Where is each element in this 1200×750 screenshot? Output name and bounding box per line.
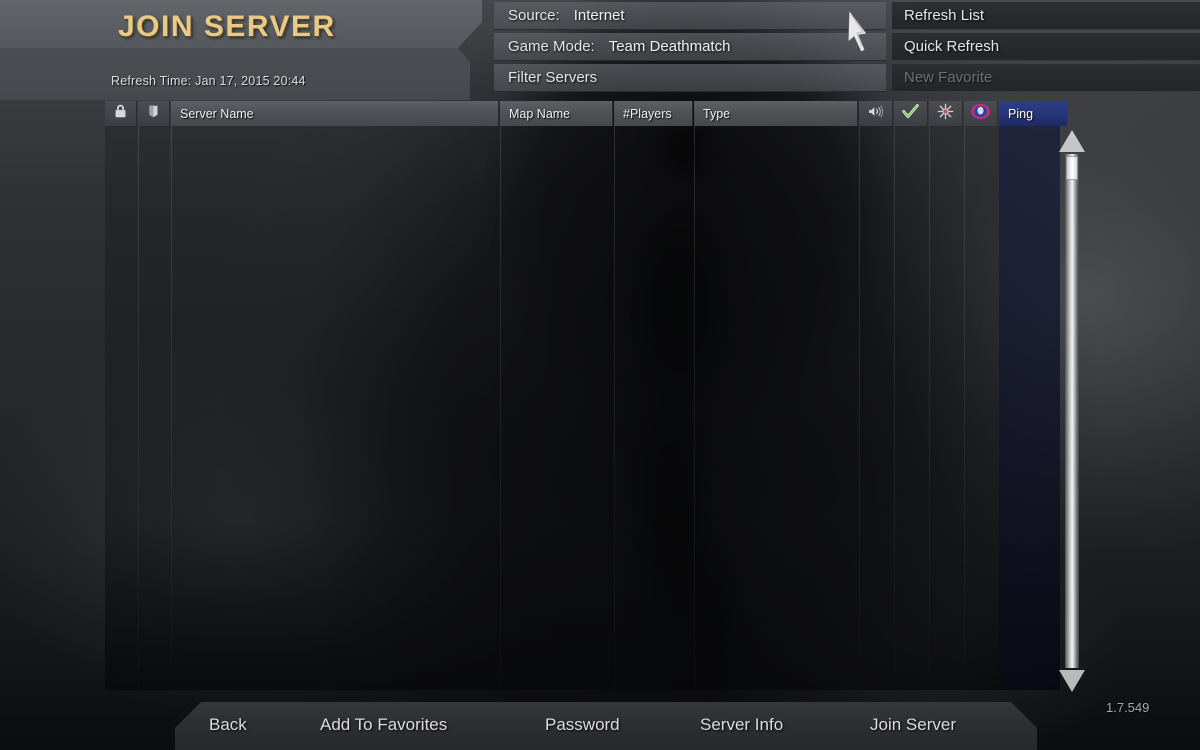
triangle-down-icon: [1059, 670, 1085, 692]
column-header-label: Server Name: [180, 106, 254, 121]
add-to-favorites-button[interactable]: Add To Favorites: [320, 715, 447, 735]
ranked-icon: [970, 103, 991, 125]
column-header-checkmark-icon[interactable]: [894, 101, 928, 126]
column-divider: [929, 126, 930, 690]
column-header-ranked-icon[interactable]: [964, 101, 998, 126]
scrollbar-thumb[interactable]: [1066, 156, 1078, 180]
column-header-label: Type: [703, 106, 731, 121]
bottom-menu-bar: Back Add To Favorites Password Server Info J…: [175, 702, 1037, 750]
column-header-label: #Players: [623, 106, 672, 121]
game-mode-value: Team Deathmatch: [608, 38, 731, 55]
column-divider: [894, 126, 895, 690]
join-server-button[interactable]: Join Server: [870, 715, 956, 735]
column-header-anticheat-icon[interactable]: [929, 101, 963, 126]
filter-servers-label: Filter Servers: [508, 69, 598, 86]
column-header-ping[interactable]: Ping: [999, 101, 1067, 126]
scrollbar-track[interactable]: [1065, 154, 1079, 668]
mouse-cursor-icon: [847, 8, 868, 53]
server-list-header: Server Name Map Name #Players Type Ping: [105, 101, 1067, 126]
new-favorite-button: New Favorite: [892, 64, 1200, 92]
ping-column-highlight: [999, 126, 1060, 690]
column-header-flag-icon[interactable]: [138, 101, 170, 126]
column-header-speaker-icon[interactable]: [859, 101, 893, 126]
speaker-icon: [866, 103, 885, 125]
column-header-server-name[interactable]: Server Name: [171, 101, 499, 126]
column-header-players[interactable]: #Players: [614, 101, 693, 126]
source-label: Source:: [508, 7, 560, 24]
column-header-padlock-icon[interactable]: [105, 101, 137, 126]
new-favorite-label: New Favorite: [904, 69, 993, 86]
refresh-time-label: Refresh Time: Jan 17, 2015 20:44: [111, 74, 306, 88]
option-row-filter-servers[interactable]: Filter Servers: [494, 64, 886, 92]
triangle-up-icon: [1059, 130, 1085, 152]
back-button[interactable]: Back: [209, 715, 247, 735]
page-title: JOIN SERVER: [118, 10, 336, 43]
password-button[interactable]: Password: [545, 715, 620, 735]
source-value: Internet: [573, 7, 625, 24]
refresh-list-button[interactable]: Refresh List: [892, 2, 1200, 30]
quick-refresh-button[interactable]: Quick Refresh: [892, 33, 1200, 61]
column-divider: [859, 126, 860, 690]
column-divider: [500, 126, 501, 690]
refresh-list-label: Refresh List: [904, 7, 985, 24]
flag-icon: [145, 103, 162, 125]
column-divider: [614, 126, 615, 690]
column-divider: [694, 126, 695, 690]
version-label: 1.7.549: [1106, 700, 1150, 715]
scroll-down-button[interactable]: [1057, 668, 1087, 692]
server-info-button[interactable]: Server Info: [700, 715, 783, 735]
column-divider: [138, 126, 139, 690]
padlock-icon: [112, 103, 129, 125]
option-row-game-mode[interactable]: Game Mode: Team Deathmatch: [494, 33, 886, 61]
game-mode-label: Game Mode:: [508, 38, 595, 55]
column-header-label: Map Name: [509, 106, 571, 121]
column-header-label: Ping: [1008, 106, 1034, 121]
scroll-up-button[interactable]: [1057, 130, 1087, 154]
column-header-type[interactable]: Type: [694, 101, 858, 126]
anticheat-icon: [936, 102, 955, 126]
option-row-source[interactable]: Source: Internet: [494, 2, 886, 30]
server-list-scrollbar[interactable]: [1057, 130, 1087, 692]
column-header-map-name[interactable]: Map Name: [500, 101, 613, 126]
checkmark-icon: [901, 103, 920, 125]
column-divider: [964, 126, 965, 690]
server-list-body[interactable]: [105, 126, 1060, 690]
column-divider: [171, 126, 172, 690]
quick-refresh-label: Quick Refresh: [904, 38, 1000, 55]
